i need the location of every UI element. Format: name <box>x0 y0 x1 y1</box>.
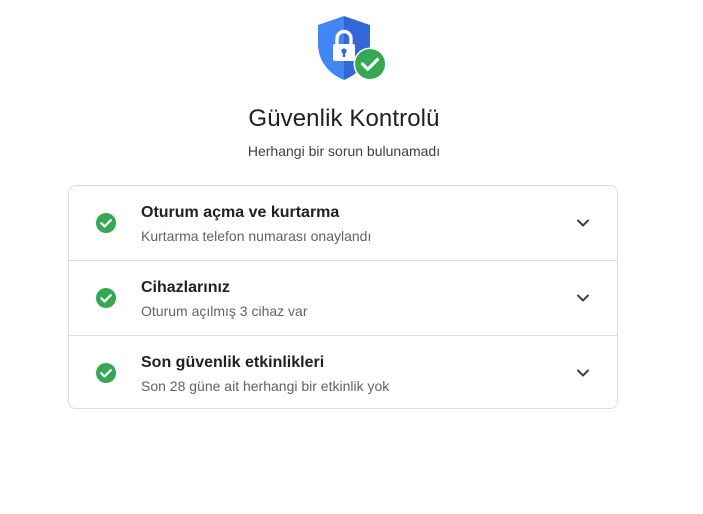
list-item-title: Oturum açma ve kurtarma <box>141 204 340 221</box>
check-circle-icon <box>95 362 117 384</box>
chevron-down-icon[interactable] <box>575 365 591 381</box>
security-checkup-page: Güvenlik Kontrolü Herhangi bir sorun bul… <box>0 0 703 514</box>
list-item-description: Kurtarma telefon numarası onaylandı <box>141 228 372 244</box>
check-circle-icon <box>95 287 117 309</box>
page-subtitle: Herhangi bir sorun bulunamadı <box>247 143 441 159</box>
chevron-down-icon[interactable] <box>575 290 591 306</box>
list-item-sign-in-recovery[interactable]: Oturum açma ve kurtarma Kurtarma telefon… <box>69 186 617 261</box>
check-circle-icon <box>95 212 117 234</box>
list-item-recent-security-activity[interactable]: Son güvenlik etkinlikleri Son 28 güne ai… <box>69 336 617 408</box>
chevron-down-icon[interactable] <box>575 215 591 231</box>
list-item-title: Son güvenlik etkinlikleri <box>141 354 325 371</box>
list-item-description: Oturum açılmış 3 cihaz var <box>141 303 308 319</box>
list-item-devices[interactable]: Cihazlarınız Oturum açılmış 3 cihaz var <box>69 261 617 336</box>
page-title: Güvenlik Kontrolü <box>248 105 440 132</box>
security-checks-list: Oturum açma ve kurtarma Kurtarma telefon… <box>68 185 618 409</box>
shield-lock-check-icon <box>312 14 390 84</box>
list-item-description: Son 28 güne ait herhangi bir etkinlik yo… <box>141 378 390 394</box>
list-item-title: Cihazlarınız <box>141 279 230 296</box>
